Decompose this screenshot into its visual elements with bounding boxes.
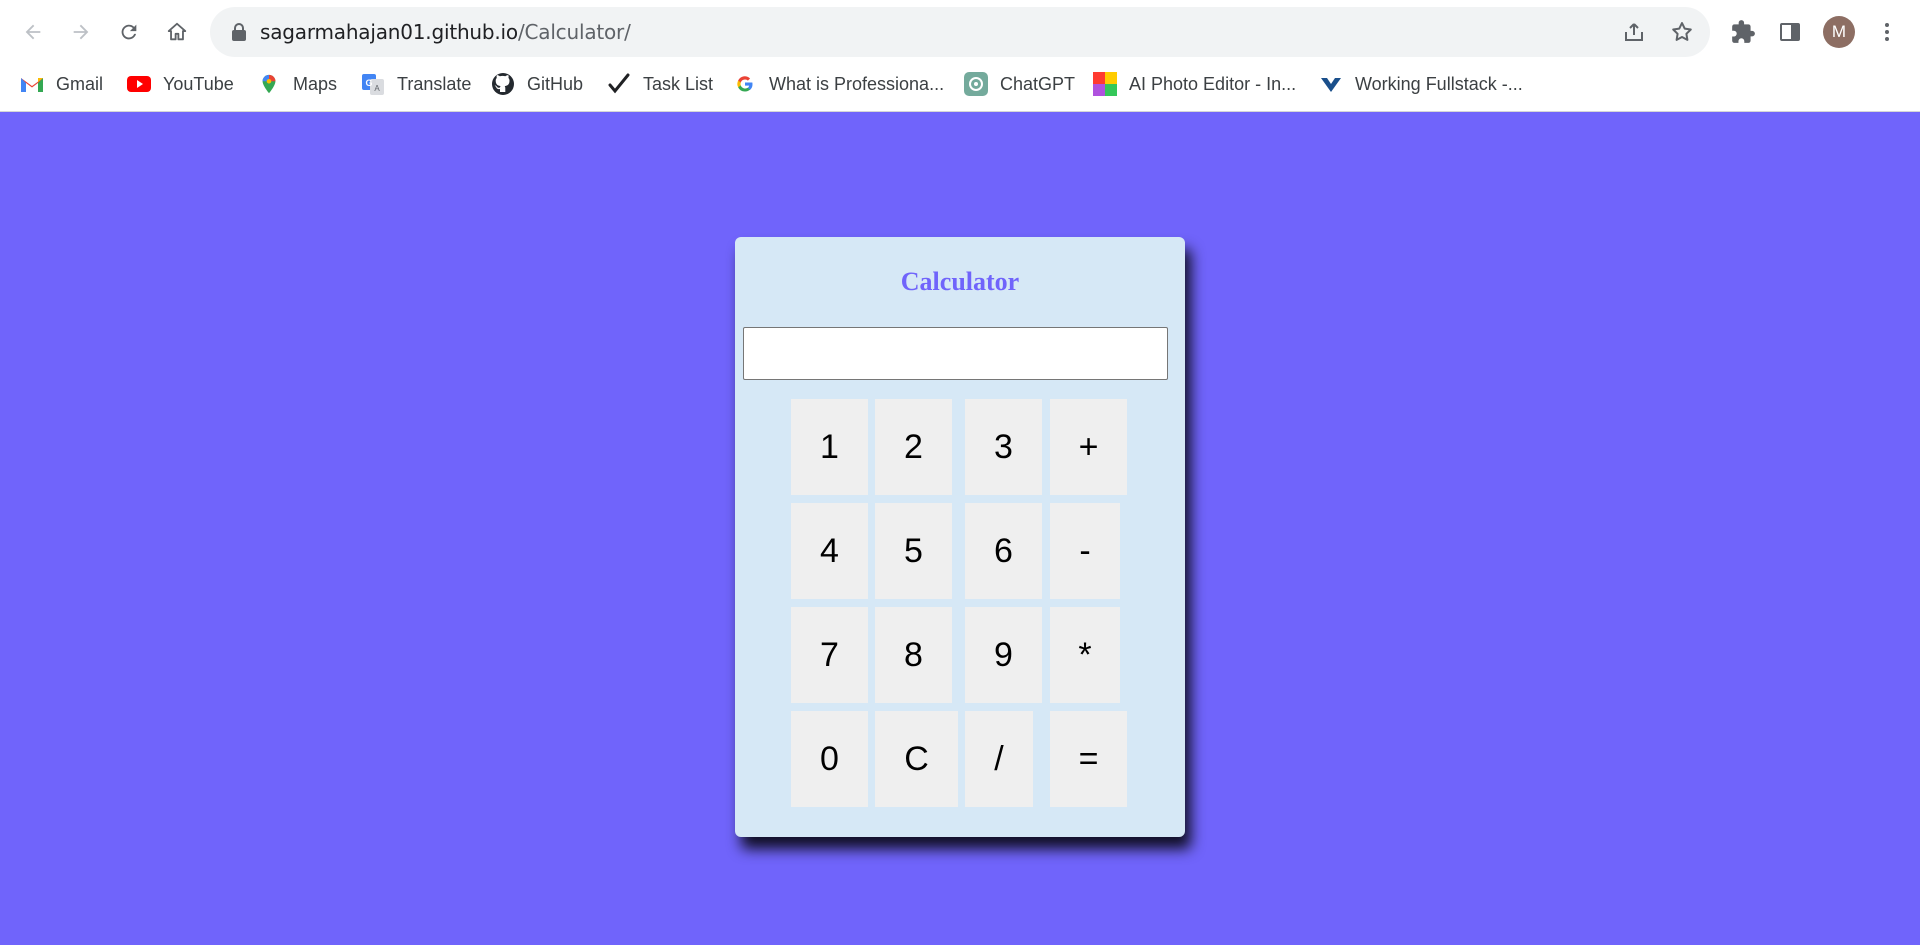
youtube-icon <box>127 72 151 96</box>
bookmark-translate[interactable]: GA Translate <box>361 68 471 100</box>
puzzle-icon <box>1732 20 1755 43</box>
bookmark-label: Maps <box>293 73 338 94</box>
reload-button[interactable] <box>109 12 149 52</box>
photo-editor-icon <box>1093 72 1117 96</box>
browser-menu-button[interactable] <box>1869 14 1905 50</box>
translate-icon: GA <box>361 72 385 96</box>
more-vertical-icon <box>1885 23 1889 41</box>
key-8[interactable]: 8 <box>875 607 952 703</box>
bookmark-youtube[interactable]: YouTube <box>127 68 234 100</box>
bookmark-label: Task List <box>643 73 714 94</box>
browser-chrome: sagarmahajan01.github.io/Calculator/ M G… <box>0 0 1920 112</box>
bookmark-what-is-professional[interactable]: What is Professiona... <box>733 68 944 100</box>
bookmark-star-button[interactable] <box>1668 18 1696 46</box>
key-4[interactable]: 4 <box>791 503 868 599</box>
calculator-display[interactable] <box>743 327 1168 380</box>
url-path: /Calculator/ <box>517 20 631 44</box>
svg-text:G: G <box>365 78 372 88</box>
bookmark-label: YouTube <box>163 73 234 94</box>
forward-arrow-icon <box>73 24 89 40</box>
url-host: sagarmahajan01.github.io <box>260 20 518 44</box>
bookmark-label: Translate <box>397 73 472 94</box>
lock-icon <box>232 23 246 41</box>
back-button[interactable] <box>13 12 53 52</box>
svg-text:A: A <box>374 84 380 93</box>
key-7[interactable]: 7 <box>791 607 868 703</box>
key-clear[interactable]: C <box>875 711 958 807</box>
calculator-title: Calculator <box>900 267 1020 296</box>
back-arrow-icon <box>25 24 41 40</box>
reload-icon <box>121 24 137 40</box>
profile-avatar[interactable]: M <box>1823 16 1855 48</box>
address-bar[interactable]: sagarmahajan01.github.io/Calculator/ <box>210 7 1710 57</box>
key-plus[interactable]: + <box>1050 399 1127 495</box>
bookmark-label: GitHub <box>527 73 584 94</box>
key-minus[interactable]: - <box>1050 503 1120 599</box>
bookmark-label: Working Fullstack -... <box>1355 73 1523 94</box>
star-icon <box>1672 22 1692 41</box>
chatgpt-icon <box>964 72 988 96</box>
browser-toolbar: sagarmahajan01.github.io/Calculator/ M <box>0 0 1920 64</box>
bookmark-github[interactable]: GitHub <box>491 68 583 100</box>
side-panel-icon <box>1780 23 1800 41</box>
key-9[interactable]: 9 <box>965 607 1042 703</box>
extensions-button[interactable] <box>1725 14 1761 50</box>
google-g-icon <box>733 72 757 96</box>
bookmark-maps[interactable]: Maps <box>257 68 337 100</box>
key-0[interactable]: 0 <box>791 711 868 807</box>
home-button[interactable] <box>157 12 197 52</box>
key-1[interactable]: 1 <box>791 399 868 495</box>
share-button[interactable] <box>1620 18 1648 46</box>
bookmark-label: Gmail <box>56 73 104 94</box>
key-multiply[interactable]: * <box>1050 607 1120 703</box>
key-3[interactable]: 3 <box>965 399 1042 495</box>
github-icon <box>491 72 515 96</box>
checkmark-icon <box>607 72 631 96</box>
url-text[interactable]: sagarmahajan01.github.io/Calculator/ <box>260 20 631 44</box>
key-divide[interactable]: / <box>965 711 1033 807</box>
bookmark-label: ChatGPT <box>1000 73 1076 94</box>
key-2[interactable]: 2 <box>875 399 952 495</box>
bookmark-chatgpt[interactable]: ChatGPT <box>964 68 1075 100</box>
bookmark-label: AI Photo Editor - In... <box>1129 73 1297 94</box>
forward-button[interactable] <box>61 12 101 52</box>
home-icon <box>167 22 187 41</box>
side-panel-button[interactable] <box>1772 14 1808 50</box>
calculator-panel: Calculator 1 2 3 + 4 5 6 - 7 8 9 * 0 C /… <box>735 237 1185 837</box>
bookmark-gmail[interactable]: Gmail <box>20 68 103 100</box>
fullstack-icon <box>1319 72 1343 96</box>
share-icon <box>1625 23 1643 41</box>
bookmark-label: What is Professiona... <box>769 73 945 94</box>
bookmark-working-fullstack[interactable]: Working Fullstack -... <box>1319 68 1523 100</box>
maps-icon <box>257 72 281 96</box>
bookmark-ai-photo-editor[interactable]: AI Photo Editor - In... <box>1093 68 1296 100</box>
gmail-icon <box>20 72 44 96</box>
key-equals[interactable]: = <box>1050 711 1127 807</box>
bookmark-task-list[interactable]: Task List <box>607 68 713 100</box>
key-5[interactable]: 5 <box>875 503 952 599</box>
key-6[interactable]: 6 <box>965 503 1042 599</box>
bookmarks-bar: Gmail YouTube Maps GA Translate GitHub T… <box>0 64 1920 104</box>
